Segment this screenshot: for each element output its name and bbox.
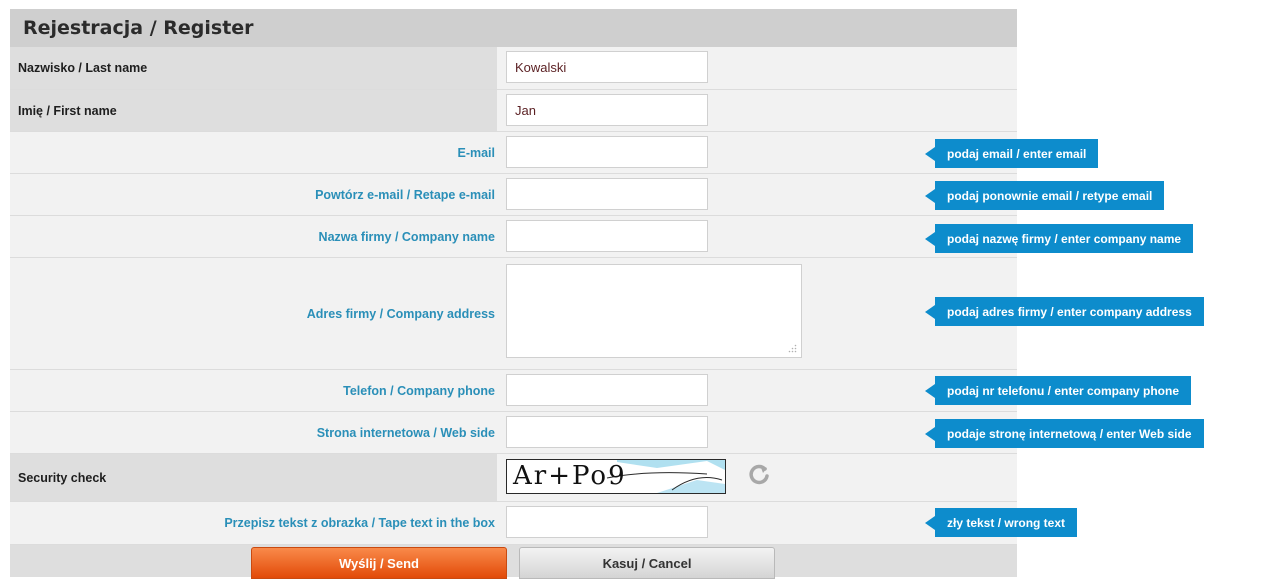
first-name-label: Imię / First name — [10, 90, 497, 131]
row-website: Strona internetowa / Web side — [10, 412, 1017, 454]
company-name-label: Nazwa firmy / Company name — [318, 229, 495, 244]
company-address-hint: podaj adres firmy / enter company addres… — [925, 297, 1204, 326]
company-name-input[interactable] — [506, 220, 708, 252]
email-repeat-hint: podaj ponownie email / retype email — [924, 181, 1165, 210]
refresh-captcha-icon[interactable] — [746, 462, 772, 488]
captcha-input[interactable] — [506, 506, 708, 538]
website-hint: podaje stronę internetową / enter Web si… — [925, 419, 1204, 448]
email-input[interactable] — [506, 136, 708, 168]
cancel-button[interactable]: Kasuj / Cancel — [519, 547, 775, 579]
form-title: Rejestracja / Register — [10, 9, 1017, 47]
captcha-text: Ar+Po9 — [513, 461, 627, 491]
email-hint: podaj email / enter email — [924, 139, 1099, 168]
row-company-name: Nazwa firmy / Company name — [10, 216, 1017, 258]
row-captcha-input: Przepisz tekst z obrazka / Tape text in … — [10, 502, 1017, 545]
email-repeat-input[interactable] — [506, 178, 708, 210]
button-bar: Wyślij / Send Kasuj / Cancel — [10, 545, 1017, 579]
company-address-textarea[interactable] — [506, 264, 802, 358]
row-email: E-mail — [10, 132, 1017, 174]
send-button[interactable]: Wyślij / Send — [251, 547, 507, 579]
row-email-repeat: Powtórz e-mail / Retape e-mail — [10, 174, 1017, 216]
register-form: Rejestracja / Register Nazwisko / Last n… — [10, 9, 1017, 579]
security-check-label: Security check — [10, 454, 497, 501]
phone-label: Telefon / Company phone — [343, 383, 495, 398]
captcha-image: Ar+Po9 — [506, 459, 726, 494]
resize-grip-icon[interactable] — [788, 344, 797, 353]
row-company-address: Adres firmy / Company address — [10, 258, 1017, 370]
phone-hint: podaj nr telefonu / enter company phone — [924, 376, 1192, 405]
captcha-input-label: Przepisz tekst z obrazka / Tape text in … — [224, 516, 495, 530]
first-name-input[interactable]: Jan — [506, 94, 708, 126]
website-input[interactable] — [506, 416, 708, 448]
row-phone: Telefon / Company phone — [10, 370, 1017, 412]
company-address-label: Adres firmy / Company address — [306, 306, 495, 321]
website-label: Strona internetowa / Web side — [316, 425, 495, 440]
email-repeat-label: Powtórz e-mail / Retape e-mail — [315, 187, 495, 202]
row-security-check: Security check Ar+Po9 — [10, 454, 1017, 502]
email-label: E-mail — [457, 145, 495, 160]
row-last-name: Nazwisko / Last name Kowalski — [10, 47, 1017, 90]
last-name-input[interactable]: Kowalski — [506, 51, 708, 83]
row-first-name: Imię / First name Jan — [10, 90, 1017, 132]
last-name-label: Nazwisko / Last name — [10, 47, 497, 89]
phone-input[interactable] — [506, 374, 708, 406]
company-name-hint: podaj nazwę firmy / enter company name — [924, 224, 1194, 253]
captcha-hint: zły tekst / wrong text — [924, 508, 1078, 537]
